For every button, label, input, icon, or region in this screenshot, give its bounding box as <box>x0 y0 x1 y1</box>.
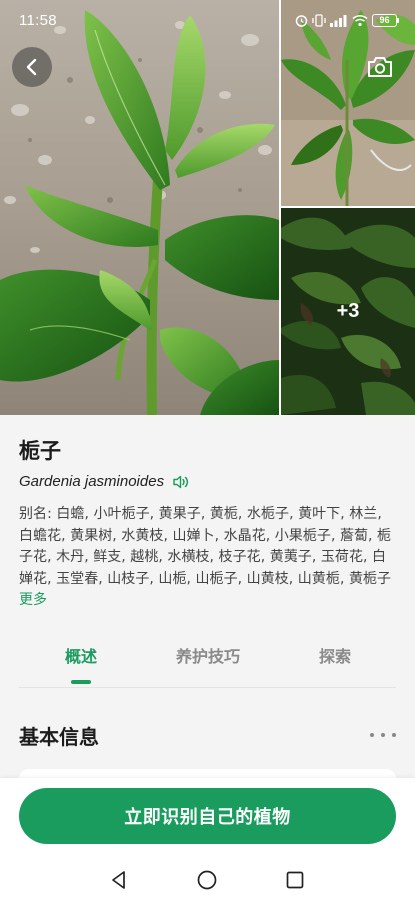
section-title-basic-info: 基本信息 <box>19 725 99 749</box>
battery-level: 96 <box>372 13 397 27</box>
vibrate-icon <box>312 13 326 27</box>
status-icons: 96 <box>295 13 399 27</box>
speaker-icon[interactable] <box>173 475 190 489</box>
nav-recent-apps-icon[interactable] <box>281 866 309 894</box>
alarm-icon <box>295 14 308 27</box>
aliases-more-link[interactable]: 更多 <box>19 592 47 608</box>
more-photos-overlay[interactable]: +3 <box>281 208 415 415</box>
plant-aliases: 别名: 白蟾, 小叶栀子, 黄果子, 黄栀, 水栀子, 黄叶下, 林兰, 白蟾花… <box>19 504 399 612</box>
tab-bar: 概述 养护技巧 探索 <box>0 638 415 688</box>
identify-plant-button[interactable]: 立即识别自己的植物 <box>19 788 396 844</box>
tab-care-tips[interactable]: 养护技巧 <box>157 638 259 672</box>
nav-back-icon[interactable] <box>105 866 133 894</box>
plant-photo-thumbnail-2[interactable]: +3 <box>281 208 415 415</box>
aliases-label: 别名: <box>19 506 57 522</box>
signal-icon <box>330 14 347 27</box>
tabs-divider <box>19 687 396 688</box>
active-tab-indicator <box>71 680 91 684</box>
more-photos-count: +3 <box>336 300 360 322</box>
chevron-left-icon <box>26 58 37 76</box>
nav-home-icon[interactable] <box>193 866 221 894</box>
back-button[interactable] <box>12 47 52 87</box>
status-bar: 11:58 96 <box>0 0 415 40</box>
wifi-icon <box>352 14 368 26</box>
scientific-name: Gardenia jasminoides <box>19 473 165 490</box>
more-options-icon[interactable] <box>370 728 396 742</box>
photo-gallery: +3 <box>0 0 415 415</box>
camera-button[interactable] <box>361 48 399 86</box>
tab-overview[interactable]: 概述 <box>50 638 112 672</box>
plant-name: 栀子 <box>19 439 61 463</box>
status-time: 11:58 <box>19 11 57 29</box>
plant-detail-content: 栀子 Gardenia jasminoides 别名: 白蟾, 小叶栀子, 黄果… <box>0 415 415 781</box>
bottom-action-bar: 立即识别自己的植物 <box>0 778 415 900</box>
system-navigation-bar <box>0 860 415 900</box>
aliases-list: 白蟾, 小叶栀子, 黄果子, 黄栀, 水栀子, 黄叶下, 林兰, 白蟾花, 黄果… <box>19 506 392 587</box>
camera-icon <box>368 57 392 77</box>
tab-explore[interactable]: 探索 <box>305 638 365 672</box>
scientific-name-row: Gardenia jasminoides <box>19 473 190 490</box>
battery-icon: 96 <box>372 13 399 27</box>
